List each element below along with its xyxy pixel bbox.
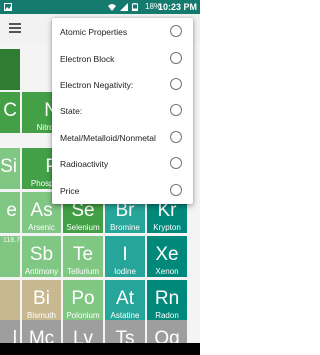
menu-item-option[interactable]: Electron Block <box>52 46 193 72</box>
element-name: Arsenic <box>28 223 55 232</box>
element-symbol: Rn <box>154 288 180 309</box>
navigation-bar <box>0 343 200 355</box>
wifi-icon <box>108 4 116 11</box>
menu-item-label: Metal/Metalloid/Nonmetal <box>60 133 156 143</box>
color-scheme-dropdown-menu: Atomic Properties Electron Block Electron … <box>52 18 193 204</box>
menu-item-label: Electron Negativity: <box>60 80 134 90</box>
element-name: Radon <box>155 311 179 320</box>
element-name: Astatine <box>110 311 140 320</box>
menu-item-option[interactable]: Radioactivity <box>52 151 193 177</box>
element-tile[interactable]: Rn Radon <box>147 280 187 321</box>
radio-button-icon[interactable] <box>170 25 182 37</box>
menu-item-option[interactable]: Electron Negativity: <box>52 72 193 98</box>
element-tile[interactable]: Bi Bismuth <box>22 280 61 321</box>
element-tile[interactable] <box>0 49 20 90</box>
menu-item-label: Radioactivity <box>60 159 109 169</box>
element-symbol: e <box>6 200 17 221</box>
radio-button-icon[interactable] <box>170 131 182 143</box>
element-tile[interactable]: Si <box>0 148 20 189</box>
element-name: Antimony <box>24 267 59 276</box>
element-name: Tellurium <box>66 267 99 276</box>
element-tile[interactable]: Po Polonium <box>63 280 103 321</box>
element-name: Bismuth <box>27 311 56 320</box>
status-bar: 18% 10:23 PM <box>0 0 200 14</box>
menu-item-label: Electron Block <box>60 54 115 64</box>
element-tile[interactable]: e <box>0 192 20 233</box>
element-symbol: I <box>122 244 128 265</box>
element-symbol: Si <box>0 156 17 177</box>
element-tile[interactable]: C <box>0 92 20 133</box>
element-tile[interactable]: 118.71 <box>0 236 20 277</box>
radio-button-icon[interactable] <box>170 104 182 116</box>
element-tile[interactable]: At Astatine <box>105 280 145 321</box>
menu-item-option[interactable]: State: <box>52 98 193 124</box>
element-tile[interactable]: Sb Antimony <box>22 236 61 277</box>
menu-item-option[interactable]: Price <box>52 178 193 204</box>
radio-button-icon[interactable] <box>170 157 182 169</box>
element-tile[interactable]: Xe Xenon <box>147 236 187 277</box>
element-symbol: Sb <box>29 244 54 265</box>
battery-icon <box>132 3 138 11</box>
element-symbol: C <box>3 100 17 121</box>
element-symbol: Te <box>72 244 94 265</box>
element-symbol: Xe <box>155 244 179 265</box>
element-symbol: At <box>116 288 134 309</box>
element-name: Xenon <box>155 267 179 276</box>
signal-icon <box>120 3 128 11</box>
radio-button-icon[interactable] <box>170 78 182 90</box>
element-name: Krypton <box>153 223 181 232</box>
element-tile[interactable]: Te Tellurium <box>63 236 103 277</box>
notification-image-icon <box>4 3 12 11</box>
hamburger-menu-icon[interactable] <box>9 23 21 33</box>
element-tile[interactable] <box>0 280 20 321</box>
element-name: Bromine <box>110 223 140 232</box>
menu-item-option[interactable]: Metal/Metalloid/Nonmetal <box>52 125 193 151</box>
menu-item-label: Atomic Properties <box>60 27 128 37</box>
element-symbol: Bi <box>33 288 50 309</box>
menu-item-option[interactable]: Atomic Properties <box>52 19 193 45</box>
element-name: Iodine <box>114 267 136 276</box>
menu-item-label: State: <box>60 106 83 116</box>
element-tile[interactable]: I Iodine <box>105 236 145 277</box>
radio-button-icon[interactable] <box>170 52 182 64</box>
element-symbol: Po <box>71 288 95 309</box>
menu-item-label: Price <box>60 186 80 196</box>
element-atomic-number: 118.71 <box>3 237 20 244</box>
clock-time: 10:23 PM <box>157 2 197 12</box>
radio-button-icon[interactable] <box>170 184 182 196</box>
element-name: Polonium <box>66 311 100 320</box>
element-name: Selenium <box>66 223 100 232</box>
